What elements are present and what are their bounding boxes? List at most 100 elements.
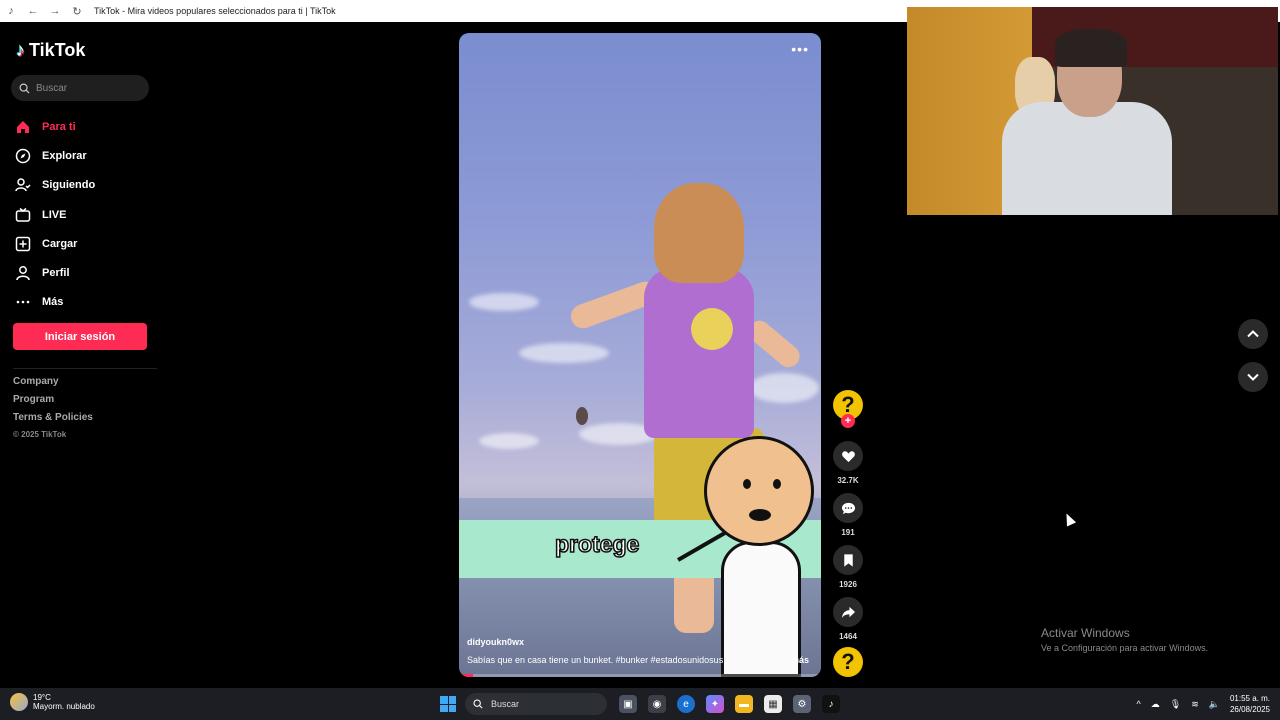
save-button[interactable]: [833, 545, 863, 575]
nav-item-mas[interactable]: Más: [14, 288, 154, 317]
tiktok-note-icon: ♪: [16, 40, 25, 60]
character-shirt: [644, 268, 754, 438]
more-icon: [14, 293, 32, 311]
video-username[interactable]: didyoukn0wx: [467, 637, 524, 647]
watermark-subtitle: Ve a Configuración para activar Windows.: [1041, 643, 1209, 653]
start-icon[interactable]: [440, 696, 456, 712]
sidebar-nav: Para ti Explorar Siguiendo LIVE Cargar P…: [14, 112, 154, 317]
video-caption: protege: [554, 530, 640, 558]
falling-bomb: [576, 407, 588, 425]
copilot-icon[interactable]: ✦: [706, 695, 724, 713]
watermark-title: Activar Windows: [1041, 626, 1130, 640]
video-player[interactable]: protege ••• didyoukn0wx Sabías que en ca…: [459, 33, 821, 677]
nav-item-explorar[interactable]: Explorar: [14, 141, 154, 170]
nav-label: Perfil: [42, 267, 70, 280]
link-terms[interactable]: Terms & Policies: [13, 412, 93, 430]
link-company[interactable]: Company: [13, 376, 93, 394]
login-button[interactable]: Iniciar sesión: [13, 323, 147, 350]
nav-label: Cargar: [42, 237, 78, 250]
webcam-person-hair: [1055, 29, 1127, 67]
footer-links: Company Program Terms & Policies © 2025 …: [13, 376, 93, 448]
cartoon-eye: [743, 479, 751, 489]
nav-label: LIVE: [42, 208, 67, 221]
nav-item-live[interactable]: LIVE: [14, 200, 154, 229]
cartoon-eye: [773, 479, 781, 489]
live-icon: [14, 206, 32, 224]
nav-label: Siguiendo: [42, 179, 96, 192]
nav-label: Explorar: [42, 149, 87, 162]
microphone-icon[interactable]: 🎙: [1170, 699, 1181, 710]
following-icon: [14, 176, 32, 194]
nav-label: Más: [42, 296, 64, 309]
like-button[interactable]: [833, 441, 863, 471]
profile-icon: [14, 264, 32, 282]
description-more-link[interactable]: más: [791, 655, 809, 665]
nav-label: Para ti: [42, 120, 76, 133]
settings-icon[interactable]: ⚙: [793, 695, 811, 713]
wifi-icon[interactable]: ≋: [1191, 699, 1199, 710]
activate-windows-watermark: Activar Windows Ve a Configuración para …: [1041, 626, 1208, 653]
file-explorer-icon[interactable]: ▬: [735, 695, 753, 713]
search-placeholder: Buscar: [36, 82, 68, 94]
task-view-icon[interactable]: ▣: [619, 695, 637, 713]
cloud-icon[interactable]: ☁: [1151, 699, 1160, 710]
chevron-up-icon[interactable]: ^: [1137, 699, 1141, 709]
follow-plus-icon[interactable]: +: [841, 414, 855, 428]
nav-item-cargar[interactable]: Cargar: [14, 229, 154, 258]
nav-item-perfil[interactable]: Perfil: [14, 258, 154, 287]
chevron-down-icon: [1247, 373, 1259, 381]
system-tray: ^ ☁ 🎙 ≋ 🔈 01:55 a. m. 26/08/2025: [1137, 693, 1270, 715]
like-count: 32.7K: [837, 476, 859, 485]
next-video-button[interactable]: [1238, 362, 1268, 392]
tiktok-logo[interactable]: ♪ TikTok: [16, 40, 85, 61]
webcam-person-shirt: [1002, 102, 1172, 215]
tiktok-app-icon[interactable]: ♪: [822, 695, 840, 713]
home-icon: [14, 118, 32, 136]
sound-avatar[interactable]: ?: [833, 647, 863, 677]
cartoon-head: [704, 436, 814, 546]
video-description: Sabías que en casa tiene un bunket. #bun…: [467, 655, 734, 665]
search-input[interactable]: Buscar: [11, 75, 149, 101]
compass-icon: [14, 147, 32, 165]
back-icon[interactable]: ←: [22, 0, 44, 22]
sidebar: ♪ TikTok Buscar Para ti Explorar Siguien…: [0, 22, 160, 687]
temperature: 19°C: [33, 693, 51, 702]
weather-icon: [10, 693, 28, 711]
store-icon[interactable]: ▦: [764, 695, 782, 713]
save-count: 1926: [839, 580, 857, 589]
share-button[interactable]: [833, 597, 863, 627]
weather-widget[interactable]: 19°C Mayorm. nublado: [10, 693, 95, 711]
share-count: 1464: [839, 632, 857, 641]
taskbar: 19°C Mayorm. nublado Buscar ▣ ◉ e ✦ ▬ ▦ …: [0, 688, 1280, 720]
chrome-icon[interactable]: ◉: [648, 695, 666, 713]
time: 01:55 a. m.: [1229, 694, 1270, 703]
video-progress-bar[interactable]: [459, 674, 821, 677]
heart-icon: [841, 450, 855, 462]
copyright: © 2025 TikTok: [13, 430, 67, 439]
search-icon: [19, 83, 30, 94]
share-icon: [841, 606, 855, 618]
character-hair: [654, 183, 744, 283]
sidebar-divider: [13, 368, 157, 369]
comment-button[interactable]: [833, 493, 863, 523]
previous-video-button[interactable]: [1238, 319, 1268, 349]
search-icon: [473, 699, 483, 709]
link-program[interactable]: Program: [13, 394, 93, 412]
webcam-overlay: [907, 7, 1278, 215]
logo-text: TikTok: [29, 40, 86, 60]
weather-text: Mayorm. nublado: [33, 702, 95, 711]
upload-icon: [14, 235, 32, 253]
nav-item-para-ti[interactable]: Para ti: [14, 112, 154, 141]
shirt-logo: [691, 308, 733, 350]
clock[interactable]: 01:55 a. m. 26/08/2025: [1230, 693, 1270, 715]
reload-icon[interactable]: ↻: [66, 0, 88, 22]
mouse-cursor-icon: [1061, 511, 1077, 527]
cloud: [519, 343, 609, 363]
taskbar-search[interactable]: Buscar: [465, 693, 607, 715]
volume-icon[interactable]: 🔈: [1209, 699, 1220, 710]
forward-icon[interactable]: →: [44, 0, 66, 22]
nav-item-siguiendo[interactable]: Siguiendo: [14, 171, 154, 200]
comment-icon: [841, 502, 855, 514]
video-options-icon[interactable]: •••: [791, 41, 809, 57]
edge-icon[interactable]: e: [677, 695, 695, 713]
